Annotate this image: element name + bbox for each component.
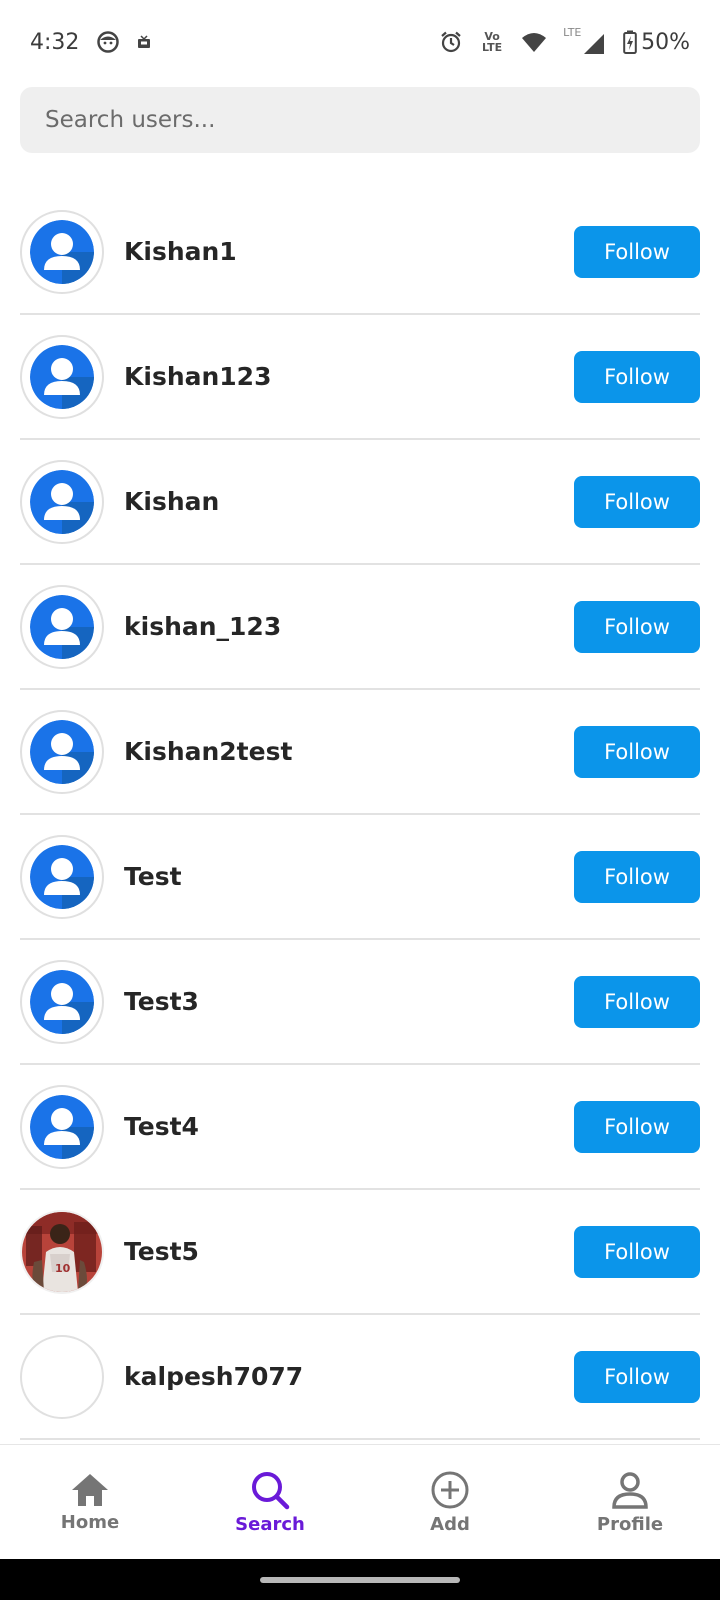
follow-button[interactable]: Follow	[574, 350, 700, 403]
username[interactable]: kishan_123	[124, 612, 574, 641]
svg-text:10: 10	[55, 1262, 71, 1275]
username[interactable]: Kishan2test	[124, 737, 574, 766]
username[interactable]: kalpesh7077	[124, 1362, 574, 1391]
status-left: 4:32	[30, 30, 151, 55]
username[interactable]: Test5	[124, 1237, 574, 1266]
avatar[interactable]	[20, 584, 104, 669]
avatar[interactable]	[20, 709, 104, 794]
alarm-icon	[439, 30, 463, 54]
person-icon	[612, 1471, 648, 1509]
user-row[interactable]: Kishan1 Follow	[20, 190, 700, 315]
username[interactable]: Test3	[124, 987, 574, 1016]
face-notification-icon	[97, 31, 120, 53]
follow-button[interactable]: Follow	[574, 600, 700, 653]
status-right: Vo LTE LTE 50%	[439, 26, 690, 55]
follow-button[interactable]: Follow	[574, 725, 700, 778]
volte-icon: Vo LTE	[481, 30, 503, 54]
nav-profile-label: Profile	[596, 1513, 664, 1535]
avatar[interactable]	[20, 1334, 104, 1419]
status-bar: 4:32 Vo LTE LTE 50%	[0, 0, 720, 84]
media-notification-icon	[137, 35, 151, 49]
profile-photo: 10	[22, 1211, 102, 1292]
avatar[interactable]	[20, 959, 104, 1044]
follow-button[interactable]: Follow	[574, 1225, 700, 1278]
username[interactable]: Kishan1	[124, 237, 574, 266]
user-row[interactable]: Test Follow	[20, 815, 700, 940]
nav-home[interactable]: Home	[0, 1445, 180, 1559]
search-bar[interactable]	[20, 87, 700, 153]
status-time: 4:32	[30, 29, 80, 55]
user-row[interactable]: kalpesh7077 Follow	[20, 1315, 700, 1440]
username[interactable]: Test4	[124, 1112, 574, 1141]
avatar[interactable]: 10	[20, 1209, 104, 1294]
system-navigation-bar	[0, 1559, 720, 1600]
username[interactable]: Kishan	[124, 487, 574, 516]
network-type-label: LTE	[563, 26, 582, 39]
add-circle-icon	[431, 1471, 469, 1508]
user-row[interactable]: Test4 Follow	[20, 1065, 700, 1190]
follow-button[interactable]: Follow	[574, 225, 700, 278]
home-gesture-handle[interactable]	[260, 1577, 460, 1583]
follow-button[interactable]: Follow	[574, 475, 700, 528]
home-icon	[72, 1473, 108, 1506]
nav-profile[interactable]: Profile	[540, 1445, 720, 1559]
nav-add[interactable]: Add	[360, 1445, 540, 1559]
nav-home-label: Home	[60, 1511, 120, 1533]
wifi-icon	[521, 31, 547, 53]
follow-button[interactable]: Follow	[574, 1100, 700, 1153]
default-avatar-icon	[30, 719, 94, 784]
default-avatar-icon	[30, 969, 94, 1034]
user-row[interactable]: 10 Test5 Follow	[20, 1190, 700, 1315]
default-avatar-icon	[30, 1094, 94, 1159]
avatar[interactable]	[20, 334, 104, 419]
avatar[interactable]	[20, 459, 104, 544]
default-avatar-icon	[30, 219, 94, 284]
user-row[interactable]: kishan_123 Follow	[20, 565, 700, 690]
avatar[interactable]	[20, 834, 104, 919]
user-row[interactable]: Kishan Follow	[20, 440, 700, 565]
battery-percent: 50%	[641, 29, 690, 55]
user-row[interactable]: Kishan2test Follow	[20, 690, 700, 815]
default-avatar-icon	[30, 844, 94, 909]
search-icon	[252, 1471, 290, 1509]
signal-icon: LTE	[563, 26, 605, 55]
user-row[interactable]: Test3 Follow	[20, 940, 700, 1065]
avatar[interactable]	[20, 209, 104, 294]
follow-button[interactable]: Follow	[574, 975, 700, 1028]
nav-search-label: Search	[235, 1513, 305, 1535]
default-avatar-icon	[30, 344, 94, 409]
username[interactable]: Kishan123	[124, 362, 574, 391]
default-avatar-icon	[30, 594, 94, 659]
app-screen: 4:32 Vo LTE LTE 50% Search users... Kish…	[0, 0, 720, 1600]
nav-search[interactable]: Search	[180, 1445, 360, 1559]
bottom-navigation: Home Search Add Profile	[0, 1444, 720, 1559]
follow-button[interactable]: Follow	[574, 1350, 700, 1403]
battery-charging-icon: 50%	[623, 30, 690, 55]
follow-button[interactable]: Follow	[574, 850, 700, 903]
username[interactable]: Test	[124, 862, 574, 891]
avatar[interactable]	[20, 1084, 104, 1169]
search-input[interactable]	[45, 107, 700, 133]
nav-add-label: Add	[430, 1513, 470, 1535]
default-avatar-icon	[30, 469, 94, 534]
user-list: Kishan1 Follow Kishan123 Follow Kishan F…	[0, 190, 720, 1440]
user-row[interactable]: Kishan123 Follow	[20, 315, 700, 440]
